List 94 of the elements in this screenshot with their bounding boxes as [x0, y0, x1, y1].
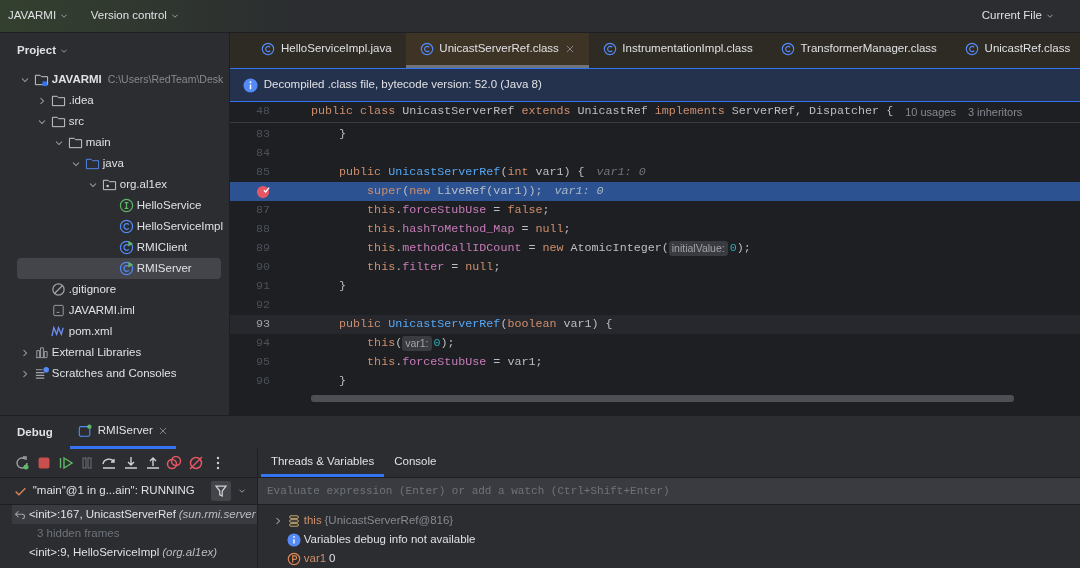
- inlay-hint: initialValue:: [668, 240, 728, 257]
- code-text: 0);: [729, 239, 751, 257]
- code-text: public class UnicastServerRef extends UnicastRef implements ServerRef, Dispatcher {: [311, 103, 894, 121]
- tree-item[interactable]: .idea: [17, 90, 221, 111]
- editor-tab[interactable]: UnicastServerRef.class: [405, 33, 589, 68]
- code-text: }: [338, 125, 347, 143]
- scratches-icon: [33, 366, 49, 381]
- tree-item[interactable]: pom.xml: [17, 321, 221, 342]
- line-number: 93: [255, 315, 270, 333]
- code-text: this(: [366, 334, 403, 352]
- code-text: this.forceStubUse = var1;: [366, 353, 543, 371]
- filter-icon: [211, 481, 232, 501]
- step-into-icon[interactable]: [122, 455, 139, 471]
- code-text: this.filter = null;: [366, 258, 501, 276]
- class-icon: [261, 42, 276, 56]
- code-text: 0);: [433, 334, 455, 352]
- project-menu[interactable]: JAVARMI: [0, 7, 77, 25]
- close-icon: [158, 426, 169, 436]
- class-icon: [118, 219, 134, 234]
- tree-item[interactable]: Scratches and Consoles: [17, 363, 221, 384]
- rerun-icon[interactable]: [14, 455, 30, 471]
- panel-title: Debug: [17, 424, 53, 440]
- tree-item[interactable]: JAVARMI.iml: [17, 300, 221, 321]
- mute-breakpoints-icon[interactable]: [188, 455, 204, 471]
- tree-item[interactable]: External Libraries: [17, 342, 221, 363]
- inline-value: var1: 0: [554, 182, 604, 200]
- variable-row[interactable]: Variables debug info not available: [258, 530, 1080, 549]
- tree-item[interactable]: .gitignore: [17, 279, 221, 300]
- info-icon: [243, 77, 258, 93]
- folder-icon: [50, 114, 66, 129]
- tree-item[interactable]: java: [17, 153, 221, 174]
- scrollbar[interactable]: [311, 395, 1014, 402]
- code-text: this.hashToMethod_Map = null;: [366, 220, 571, 238]
- folder-icon: [33, 72, 49, 87]
- package-icon: [101, 177, 117, 192]
- editor-tab[interactable]: InstrumentationImpl.class: [588, 33, 767, 68]
- folder-icon: [84, 156, 100, 171]
- class-icon: [419, 42, 434, 56]
- file-icon: [50, 303, 66, 318]
- class-icon: [602, 42, 617, 56]
- maven-icon: [50, 324, 66, 339]
- tree-item[interactable]: org.al1ex: [17, 174, 221, 195]
- stack-frame[interactable]: <init>:9, HelloServiceImpl (org.al1ex): [0, 543, 257, 562]
- usage-hint[interactable]: 10 usages: [905, 103, 956, 121]
- editor-tab[interactable]: UnicastRef.class: [950, 33, 1080, 68]
- interface-icon: [118, 198, 134, 213]
- code-text: this.methodCallIDCount = new AtomicInteger(: [366, 239, 669, 257]
- panel-title[interactable]: Project: [17, 42, 69, 60]
- stack-icon: [286, 513, 301, 528]
- variable-row[interactable]: this {UnicastServerRef@816}: [258, 511, 1080, 530]
- debug-tab[interactable]: Console: [384, 449, 447, 477]
- editor-tab[interactable]: HelloServiceImpl.java: [247, 33, 406, 68]
- info-icon: [286, 532, 301, 547]
- code-text: this.forceStubUse = false;: [366, 201, 550, 219]
- class-icon: [780, 42, 795, 56]
- step-out-icon[interactable]: [144, 455, 161, 471]
- tree-item[interactable]: main: [17, 132, 221, 153]
- window-icon: [78, 424, 93, 438]
- breakpoints-icon[interactable]: [166, 455, 183, 471]
- version-control-menu[interactable]: Version control: [82, 7, 188, 25]
- class-icon: [964, 42, 979, 56]
- tree-item[interactable]: RMIClient: [17, 237, 221, 258]
- session-tab[interactable]: RMIServer: [70, 416, 177, 449]
- class-icon: [118, 261, 134, 276]
- code-text: }: [338, 277, 347, 295]
- info-banner-text: Decompiled .class file, bytecode version: 52.0 (Java 8): [263, 77, 542, 93]
- stack-frame[interactable]: <init>:167, UnicastServerRef (sun.rmi.server: [12, 505, 257, 524]
- close-icon: [564, 44, 575, 54]
- step-over-icon[interactable]: [101, 455, 117, 471]
- class-icon: [118, 240, 134, 255]
- code-text: public UnicastServerRef(boolean var1) {: [338, 315, 613, 333]
- folder-icon: [50, 93, 66, 108]
- editor-tab[interactable]: TransformerManager.class: [766, 33, 951, 68]
- ignore-icon: [50, 282, 66, 297]
- code-text: public UnicastServerRef(int var1) {: [338, 163, 585, 181]
- tree-item[interactable]: JAVARMI C:\Users\RedTeam\Desk: [17, 69, 224, 90]
- resume-icon[interactable]: [57, 455, 74, 471]
- stop-icon[interactable]: [35, 455, 52, 471]
- tree-item[interactable]: HelloService: [17, 195, 221, 216]
- thread-selector[interactable]: "main"@1 in g...ain": RUNNING: [0, 477, 257, 505]
- tree-item[interactable]: HelloServiceImpl: [17, 216, 221, 237]
- parameter-icon: [286, 551, 301, 566]
- library-icon: [33, 345, 49, 360]
- variable-row[interactable]: var1 0: [258, 549, 1080, 568]
- code-text: super(new LiveRef(var1));: [366, 182, 543, 200]
- code-text: }: [338, 372, 347, 390]
- tree-item[interactable]: RMIServer: [17, 258, 221, 279]
- usage-hint[interactable]: 3 inheritors: [967, 103, 1023, 121]
- tree-item[interactable]: src: [17, 111, 221, 132]
- run-config-menu[interactable]: Current File: [973, 7, 1063, 25]
- inline-value: var1: 0: [596, 163, 646, 181]
- return-icon: [14, 508, 26, 521]
- folder-icon: [67, 135, 83, 150]
- inlay-hint: var1:: [402, 335, 432, 352]
